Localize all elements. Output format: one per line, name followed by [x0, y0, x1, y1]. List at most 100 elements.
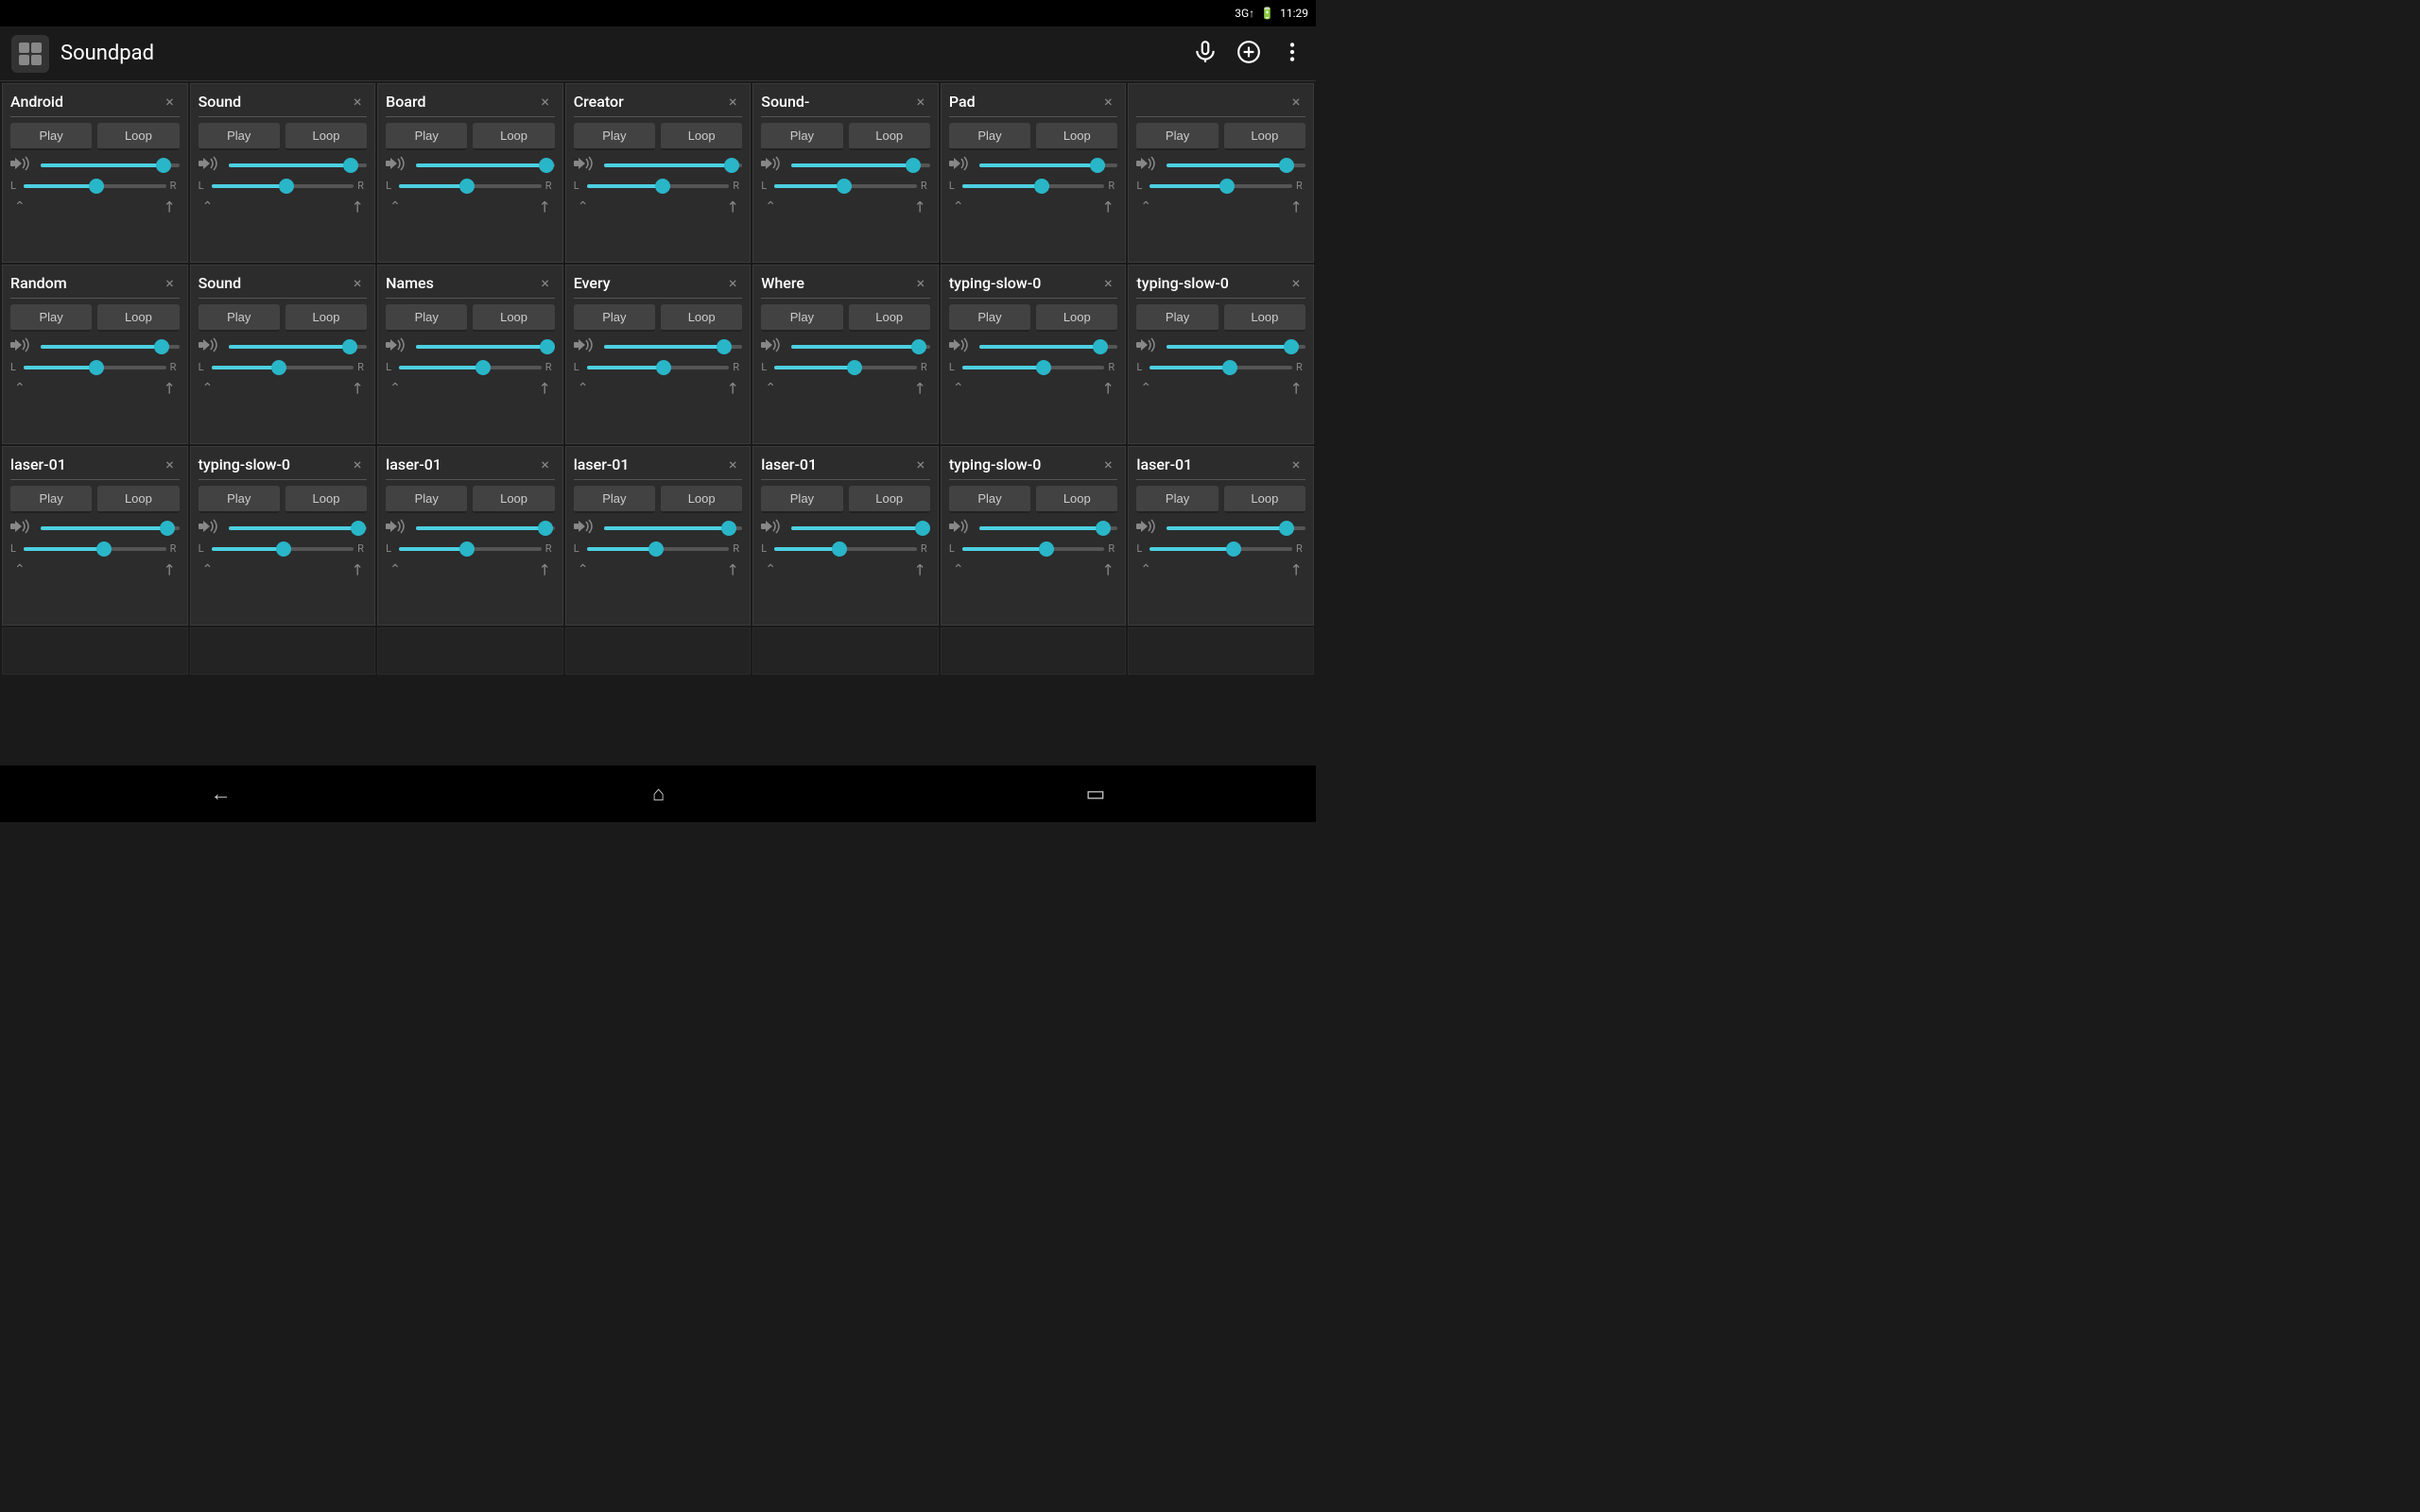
volume-track[interactable] — [229, 163, 368, 167]
close-button[interactable]: × — [161, 273, 180, 292]
expand-up-icon[interactable]: ⌃ — [765, 199, 776, 215]
loop-button[interactable]: Loop — [661, 304, 742, 332]
play-button[interactable]: Play — [1136, 123, 1218, 150]
loop-button[interactable]: Loop — [1224, 304, 1305, 332]
close-button[interactable]: × — [1098, 92, 1117, 111]
loop-button[interactable]: Loop — [661, 123, 742, 150]
close-button[interactable]: × — [348, 273, 367, 292]
volume-track[interactable] — [416, 526, 555, 530]
home-button[interactable]: ⌂ — [633, 774, 683, 814]
expand-icon[interactable]: ↗ — [346, 377, 368, 399]
volume-track[interactable] — [604, 526, 743, 530]
volume-track[interactable] — [1167, 163, 1305, 167]
expand-icon[interactable]: ↗ — [909, 196, 931, 217]
loop-button[interactable]: Loop — [473, 123, 554, 150]
expand-icon[interactable]: ↗ — [721, 558, 743, 580]
loop-button[interactable]: Loop — [1224, 486, 1305, 513]
expand-icon[interactable]: ↗ — [1285, 196, 1306, 217]
play-button[interactable]: Play — [386, 304, 467, 332]
volume-track[interactable] — [229, 526, 368, 530]
play-button[interactable]: Play — [574, 486, 655, 513]
loop-button[interactable]: Loop — [285, 486, 367, 513]
more-menu-button[interactable] — [1280, 40, 1305, 68]
expand-up-icon[interactable]: ⌃ — [578, 562, 589, 577]
expand-icon[interactable]: ↗ — [346, 196, 368, 217]
pan-track[interactable] — [587, 366, 730, 369]
pan-track[interactable] — [399, 184, 542, 188]
expand-up-icon[interactable]: ⌃ — [953, 381, 964, 396]
play-button[interactable]: Play — [761, 304, 842, 332]
expand-icon[interactable]: ↗ — [158, 377, 180, 399]
volume-track[interactable] — [416, 345, 555, 349]
loop-button[interactable]: Loop — [97, 304, 179, 332]
pan-track[interactable] — [24, 547, 166, 551]
expand-up-icon[interactable]: ⌃ — [389, 381, 401, 396]
play-button[interactable]: Play — [199, 304, 280, 332]
volume-track[interactable] — [791, 526, 930, 530]
play-button[interactable]: Play — [386, 123, 467, 150]
expand-icon[interactable]: ↗ — [158, 196, 180, 217]
loop-button[interactable]: Loop — [849, 486, 930, 513]
loop-button[interactable]: Loop — [1224, 123, 1305, 150]
mic-button[interactable] — [1193, 40, 1218, 68]
pan-track[interactable] — [587, 184, 730, 188]
play-button[interactable]: Play — [949, 304, 1030, 332]
expand-icon[interactable]: ↗ — [909, 377, 931, 399]
pan-track[interactable] — [399, 366, 542, 369]
close-button[interactable]: × — [348, 92, 367, 111]
volume-track[interactable] — [791, 345, 930, 349]
play-button[interactable]: Play — [949, 486, 1030, 513]
pan-track[interactable] — [1150, 184, 1292, 188]
close-button[interactable]: × — [723, 455, 742, 473]
loop-button[interactable]: Loop — [473, 486, 554, 513]
loop-button[interactable]: Loop — [1036, 123, 1117, 150]
expand-icon[interactable]: ↗ — [1285, 558, 1306, 580]
pan-track[interactable] — [212, 184, 354, 188]
pan-track[interactable] — [24, 184, 166, 188]
close-button[interactable]: × — [1287, 92, 1305, 111]
pan-track[interactable] — [962, 184, 1105, 188]
play-button[interactable]: Play — [10, 486, 92, 513]
close-button[interactable]: × — [536, 455, 555, 473]
expand-up-icon[interactable]: ⌃ — [202, 562, 214, 577]
close-button[interactable]: × — [1287, 455, 1305, 473]
volume-track[interactable] — [979, 345, 1118, 349]
close-button[interactable]: × — [1098, 455, 1117, 473]
expand-icon[interactable]: ↗ — [534, 558, 556, 580]
close-button[interactable]: × — [1287, 273, 1305, 292]
volume-track[interactable] — [979, 526, 1118, 530]
pan-track[interactable] — [212, 547, 354, 551]
expand-up-icon[interactable]: ⌃ — [1140, 562, 1151, 577]
loop-button[interactable]: Loop — [285, 123, 367, 150]
expand-up-icon[interactable]: ⌃ — [202, 199, 214, 215]
close-button[interactable]: × — [161, 455, 180, 473]
pan-track[interactable] — [399, 547, 542, 551]
loop-button[interactable]: Loop — [1036, 486, 1117, 513]
expand-icon[interactable]: ↗ — [1285, 377, 1306, 399]
play-button[interactable]: Play — [10, 304, 92, 332]
pan-track[interactable] — [962, 366, 1105, 369]
volume-track[interactable] — [41, 163, 180, 167]
loop-button[interactable]: Loop — [97, 123, 179, 150]
close-button[interactable]: × — [536, 92, 555, 111]
expand-up-icon[interactable]: ⌃ — [1140, 381, 1151, 396]
expand-up-icon[interactable]: ⌃ — [14, 199, 26, 215]
close-button[interactable]: × — [911, 455, 930, 473]
play-button[interactable]: Play — [199, 486, 280, 513]
loop-button[interactable]: Loop — [661, 486, 742, 513]
play-button[interactable]: Play — [199, 123, 280, 150]
loop-button[interactable]: Loop — [97, 486, 179, 513]
loop-button[interactable]: Loop — [849, 123, 930, 150]
expand-up-icon[interactable]: ⌃ — [953, 199, 964, 215]
volume-track[interactable] — [41, 345, 180, 349]
expand-up-icon[interactable]: ⌃ — [578, 199, 589, 215]
volume-track[interactable] — [416, 163, 555, 167]
expand-icon[interactable]: ↗ — [721, 377, 743, 399]
volume-track[interactable] — [1167, 526, 1305, 530]
expand-up-icon[interactable]: ⌃ — [1140, 199, 1151, 215]
expand-icon[interactable]: ↗ — [158, 558, 180, 580]
expand-up-icon[interactable]: ⌃ — [389, 562, 401, 577]
expand-up-icon[interactable]: ⌃ — [578, 381, 589, 396]
play-button[interactable]: Play — [1136, 304, 1218, 332]
back-button[interactable]: ← — [192, 774, 251, 814]
